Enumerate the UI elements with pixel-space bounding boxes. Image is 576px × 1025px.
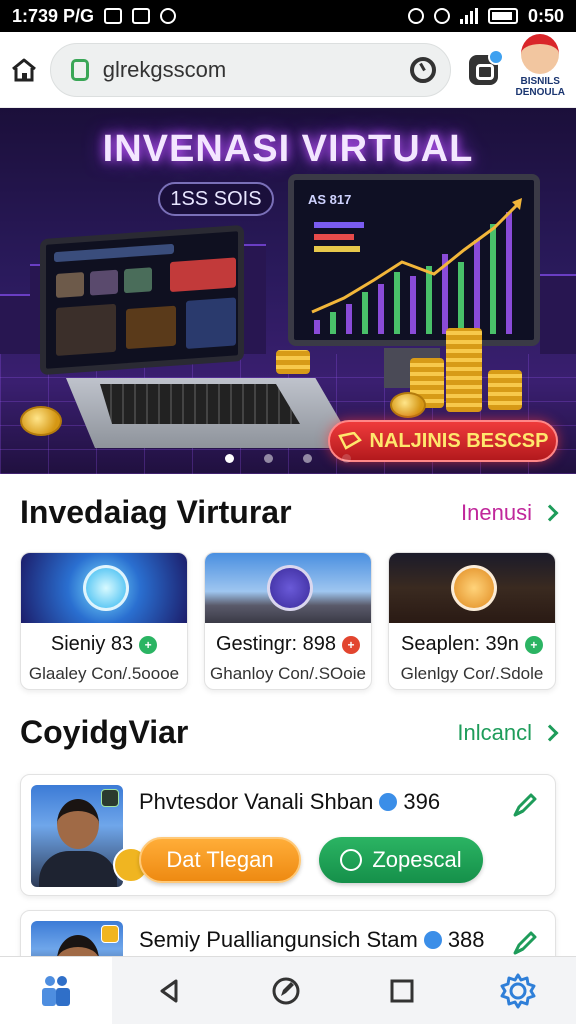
item-name: Semiy Pualliangunsich Stam xyxy=(139,927,418,952)
leaf-icon xyxy=(340,849,363,871)
section-see-all-link[interactable]: Inenusi xyxy=(461,499,559,526)
hero-banner[interactable]: INVENASI VIRTUAL 1SS SOIS AS 817 NALJINI… xyxy=(0,108,576,474)
pencil-icon[interactable] xyxy=(511,791,539,819)
shield-icon xyxy=(160,8,177,24)
coin-icon xyxy=(20,406,62,436)
card-image xyxy=(21,553,187,623)
url-text: glrekgsscom xyxy=(102,56,227,82)
section-title: CoyidgViar xyxy=(20,714,189,750)
arrow-up-icon xyxy=(267,565,313,611)
card-title: Sieniy 83 xyxy=(50,633,134,655)
gear-icon xyxy=(500,973,536,1008)
browser-toolbar: glrekgsscom BISNILS DENOULA xyxy=(0,32,576,108)
carousel-dot[interactable] xyxy=(303,454,312,463)
globe-icon xyxy=(83,565,129,611)
rocket-icon xyxy=(451,565,497,611)
brand-logo[interactable]: BISNILS DENOULA xyxy=(512,33,568,106)
home-icon xyxy=(11,58,36,81)
carousel-dot[interactable] xyxy=(264,454,273,463)
card-title: Gestingr: 898 xyxy=(215,633,337,655)
bottom-navigation xyxy=(0,956,576,1025)
verified-icon xyxy=(423,931,442,949)
tabs-button[interactable] xyxy=(468,48,505,85)
back-triangle-icon xyxy=(160,979,178,1002)
nav-back[interactable] xyxy=(112,957,228,1025)
avatar xyxy=(31,785,123,887)
plus-badge-icon: + xyxy=(139,635,158,654)
signal-icon xyxy=(459,8,478,24)
section-header-investment: Invedaiag Virturar Inenusi xyxy=(20,494,559,531)
badge-icon xyxy=(101,925,119,943)
mascot-icon xyxy=(521,33,560,74)
card-image xyxy=(389,553,555,623)
nav-settings[interactable] xyxy=(460,957,576,1025)
people-icon xyxy=(42,975,70,1006)
battery-icon xyxy=(487,8,518,24)
primary-action-button[interactable]: Dat Tlegan xyxy=(139,837,301,883)
nav-home[interactable] xyxy=(0,956,112,1025)
plus-badge-icon: + xyxy=(342,635,361,654)
coin-icon xyxy=(390,392,426,418)
growth-chart-icon xyxy=(311,198,522,334)
brand-line-2: DENOULA xyxy=(515,86,565,98)
section-title: Invedaiag Virturar xyxy=(20,494,292,530)
list-item[interactable]: Phvtesdor Vanali Shban 396 Dat Tlegan Zo… xyxy=(20,774,556,896)
card-image xyxy=(205,553,371,623)
secondary-action-button[interactable]: Zopescal xyxy=(319,837,483,883)
hero-pill: 1SS SOIS xyxy=(158,182,274,216)
brand-line-1: BISNILS xyxy=(520,75,560,87)
carousel-dots[interactable] xyxy=(0,454,576,463)
item-score: 388 xyxy=(447,927,485,952)
badge-icon xyxy=(101,789,119,807)
carousel-dot[interactable] xyxy=(342,454,351,463)
square-icon xyxy=(390,979,414,1002)
investment-card[interactable]: Gestingr: 898 + Ghanloy Con/.SOoie xyxy=(204,552,372,690)
investment-card[interactable]: Sieniy 83 + Glaaley Con/.5oooe xyxy=(20,552,188,690)
verified-icon xyxy=(379,793,398,811)
item-score: 396 xyxy=(403,789,441,814)
alarm-icon xyxy=(407,8,424,24)
plus-badge-icon: + xyxy=(524,635,543,654)
laptop-screen xyxy=(40,224,244,376)
nav-compose[interactable] xyxy=(228,957,344,1025)
hero-title: INVENASI VIRTUAL xyxy=(102,128,474,170)
coin-stack-icon xyxy=(276,350,310,374)
nav-recents[interactable] xyxy=(344,957,460,1025)
pencil-icon[interactable] xyxy=(511,929,539,957)
section-header-community: CoyidgViar Inlcancl xyxy=(20,714,559,751)
battery-level: 0:50 xyxy=(527,5,564,26)
see-all-label: Inenusi xyxy=(461,499,532,525)
section-see-all-link[interactable]: Inlcancl xyxy=(457,719,559,746)
reload-icon[interactable] xyxy=(409,56,436,83)
chevron-right-icon xyxy=(541,504,559,521)
wifi-icon xyxy=(433,8,450,24)
card-title: Seaplen: 39n xyxy=(401,633,519,655)
mail-icon xyxy=(104,8,123,24)
item-name: Phvtesdor Vanali Shban xyxy=(139,789,374,814)
see-all-label: Inlcancl xyxy=(457,719,532,745)
card-subtitle: Glenlgy Cor/.Sdole xyxy=(400,664,544,683)
card-subtitle: Glaaley Con/.5oooe xyxy=(28,664,180,683)
image-icon xyxy=(132,8,151,24)
lock-icon xyxy=(70,58,89,81)
coin-stack-icon xyxy=(488,370,522,410)
edit-circle-icon xyxy=(272,977,300,1004)
status-bar: 1:739 P/G 0:50 xyxy=(0,0,576,32)
card-subtitle: Ghanloy Con/.SOoie xyxy=(210,664,366,683)
secondary-action-label: Zopescal xyxy=(372,847,462,872)
ticket-icon xyxy=(337,432,362,450)
hero-cta-label: NALJINIS BESCSP xyxy=(369,429,549,452)
address-bar[interactable]: glrekgsscom xyxy=(49,42,451,97)
chevron-right-icon xyxy=(541,724,559,741)
status-time: 1:739 P/G xyxy=(12,5,95,26)
investment-cards: Sieniy 83 + Glaaley Con/.5oooe Gestingr:… xyxy=(20,552,560,690)
home-button[interactable] xyxy=(8,54,40,86)
primary-action-label: Dat Tlegan xyxy=(166,847,274,872)
trading-monitor: AS 817 xyxy=(288,174,540,346)
carousel-dot[interactable] xyxy=(225,454,234,463)
coin-stack-icon xyxy=(446,328,482,412)
investment-card[interactable]: Seaplen: 39n + Glenlgy Cor/.Sdole xyxy=(388,552,556,690)
